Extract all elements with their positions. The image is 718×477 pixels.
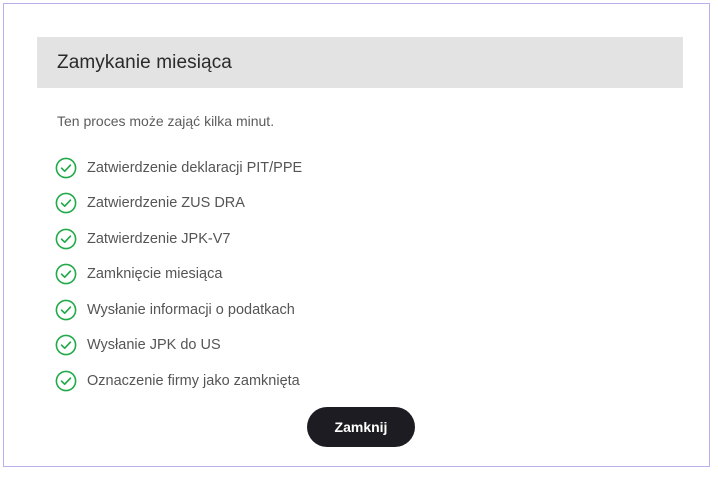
step-label: Zatwierdzenie deklaracji PIT/PPE xyxy=(87,159,303,176)
dialog-title: Zamykanie miesiąca xyxy=(57,51,232,73)
check-circle-icon xyxy=(55,228,77,250)
step-label: Zamknięcie miesiąca xyxy=(87,266,223,282)
check-circle-icon xyxy=(55,370,77,392)
close-month-dialog: Zamykanie miesiąca Ten proces może zająć… xyxy=(37,37,683,447)
step-label: Wysłanie informacji o podatkach xyxy=(87,301,295,318)
check-circle-icon xyxy=(55,192,77,214)
close-button[interactable]: Zamknij xyxy=(307,407,415,447)
step-item: Zatwierdzenie JPK-V7 xyxy=(55,221,302,257)
check-circle-icon xyxy=(55,334,77,356)
step-item: Oznaczenie firmy jako zamknięta xyxy=(55,363,302,399)
dialog-subtitle: Ten proces może zająć kilka minut. xyxy=(57,113,275,129)
step-item: Wysłanie JPK do US xyxy=(55,328,302,364)
step-label: Wysłanie JPK do US xyxy=(87,337,221,353)
check-circle-icon xyxy=(55,157,77,179)
step-item: Zatwierdzenie ZUS DRA xyxy=(55,186,302,222)
dialog-header: Zamykanie miesiąca xyxy=(37,37,683,88)
step-label: Zatwierdzenie JPK-V7 xyxy=(87,230,231,247)
steps-list: Zatwierdzenie deklaracji PIT/PPE Zatwier… xyxy=(55,150,302,399)
check-circle-icon xyxy=(55,263,77,285)
check-circle-icon xyxy=(55,299,77,321)
step-item: Wysłanie informacji o podatkach xyxy=(55,292,302,328)
step-item: Zamknięcie miesiąca xyxy=(55,257,302,293)
step-label: Oznaczenie firmy jako zamknięta xyxy=(87,372,300,389)
step-item: Zatwierdzenie deklaracji PIT/PPE xyxy=(55,150,302,186)
window-frame: Zamykanie miesiąca Ten proces może zająć… xyxy=(3,3,710,467)
step-label: Zatwierdzenie ZUS DRA xyxy=(87,195,245,211)
